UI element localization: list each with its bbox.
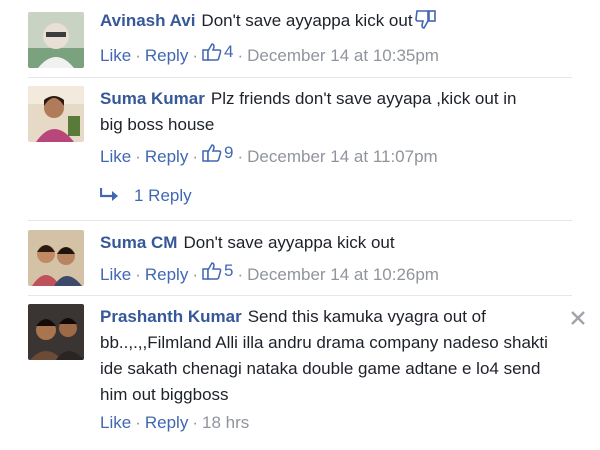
dislike-icon — [414, 9, 437, 37]
view-replies-link[interactable]: 1 Reply — [99, 186, 192, 206]
like-link[interactable]: Like — [100, 147, 131, 166]
comment-actions: Like · Reply · 18 hrs — [100, 413, 250, 432]
author-name[interactable]: Suma CM — [100, 233, 177, 252]
like-link[interactable]: Like — [100, 413, 131, 432]
timestamp[interactable]: December 14 at 10:26pm — [247, 265, 439, 284]
comment-text-block: Avinash Avi Don't save ayyappa kick out — [100, 8, 580, 37]
like-count[interactable]: 4 — [202, 39, 233, 65]
like-count[interactable]: 9 — [202, 140, 233, 166]
comment-actions: Like · Reply · 9 · December 14 at 11:07pm — [100, 140, 580, 170]
comment-actions: Like · Reply · 4 · December 14 at 10:35pm — [100, 39, 580, 69]
comment-actions: Like · Reply · 5 · December 14 at 10:26pm — [100, 258, 580, 288]
reply-link[interactable]: Reply — [145, 413, 188, 432]
comment-text-block: Suma Kumar Plz friends don't save ayyapa … — [100, 86, 540, 138]
reply-link[interactable]: Reply — [145, 46, 188, 65]
divider — [28, 295, 572, 296]
author-name[interactable]: Prashanth Kumar — [100, 307, 242, 326]
author-name[interactable]: Avinash Avi — [100, 11, 195, 30]
avatar[interactable] — [28, 304, 84, 360]
thumbs-up-icon — [202, 43, 222, 61]
like-link[interactable]: Like — [100, 265, 131, 284]
reply-link[interactable]: Reply — [145, 147, 188, 166]
divider — [28, 220, 572, 221]
thumbs-up-icon — [202, 144, 222, 162]
like-count[interactable]: 5 — [202, 258, 233, 284]
like-link[interactable]: Like — [100, 46, 131, 65]
reply-link[interactable]: Reply — [145, 265, 188, 284]
author-name[interactable]: Suma Kumar — [100, 89, 205, 108]
replies-count: 1 Reply — [134, 186, 192, 205]
comment-text: Don't save ayyappa kick out — [201, 11, 413, 30]
divider — [28, 77, 572, 78]
timestamp[interactable]: 18 hrs — [202, 413, 249, 432]
comment-text: Don't save ayyappa kick out — [183, 233, 395, 252]
comment-text-block: Prashanth Kumar Send this kamuka vyagra o… — [100, 304, 566, 408]
close-icon[interactable] — [570, 306, 586, 332]
avatar[interactable] — [28, 12, 84, 68]
reply-arrow-icon — [99, 186, 120, 206]
timestamp[interactable]: December 14 at 10:35pm — [247, 46, 439, 65]
comment-text-block: Suma CM Don't save ayyappa kick out — [100, 230, 580, 256]
thumbs-up-icon — [202, 262, 222, 280]
avatar[interactable] — [28, 86, 84, 142]
timestamp[interactable]: December 14 at 11:07pm — [247, 147, 438, 166]
avatar[interactable] — [28, 230, 84, 286]
